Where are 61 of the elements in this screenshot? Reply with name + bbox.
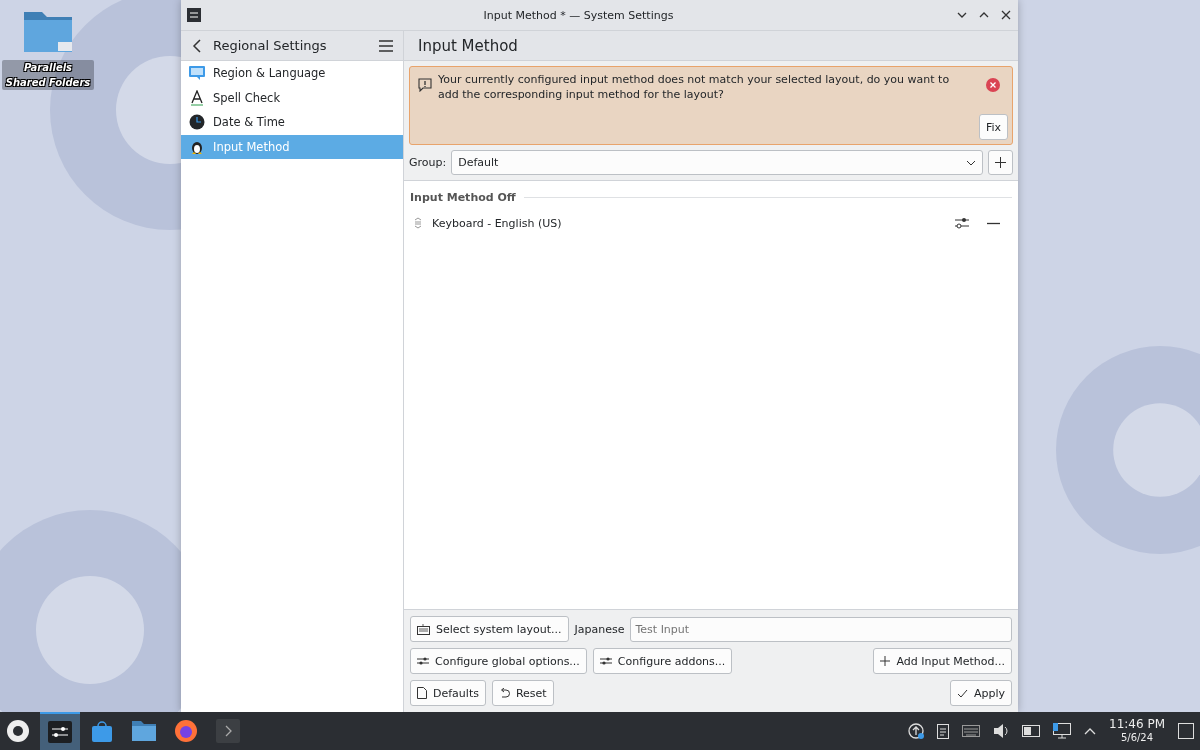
chevron-down-icon (966, 159, 976, 166)
keyboard-icon[interactable] (962, 725, 980, 737)
defaults-button[interactable]: Defaults (410, 680, 486, 706)
speaker-icon[interactable] (993, 723, 1009, 739)
clock-icon (189, 114, 205, 131)
clock-date: 5/6/24 (1120, 731, 1154, 744)
sliders-icon (48, 721, 72, 743)
group-dropdown[interactable]: Default (451, 150, 983, 175)
chevron-up-icon[interactable] (1084, 727, 1096, 735)
drag-handle-icon[interactable] (414, 217, 422, 229)
back-icon[interactable] (191, 38, 203, 53)
clock-time: 11:46 PM (1109, 718, 1165, 731)
sidebar-item[interactable]: Spell Check (181, 85, 403, 110)
add-input-method-button[interactable]: Add Input Method... (873, 648, 1012, 674)
clock[interactable]: 11:46 PM 5/6/24 (1109, 718, 1165, 744)
warning-icon (418, 78, 432, 92)
shopping-bag-icon (91, 719, 113, 743)
test-input-field[interactable]: Test Input (630, 616, 1012, 642)
select-layout-button[interactable]: Select system layout... (410, 616, 569, 642)
close-icon[interactable] (986, 78, 1000, 92)
window-title: Input Method * — System Settings (482, 8, 675, 22)
monitor-icon[interactable] (1053, 723, 1071, 739)
close-icon[interactable] (1000, 9, 1012, 21)
battery-icon[interactable] (1022, 725, 1040, 737)
undo-icon (498, 687, 510, 699)
document-icon (417, 687, 427, 699)
addons-button[interactable]: Configure addons... (592, 648, 733, 674)
sliders-icon (599, 656, 612, 666)
section-header: Input Method Off (410, 191, 516, 204)
app-icon (187, 8, 201, 22)
sidebar-item[interactable]: Date & Time (181, 110, 403, 135)
group-label: Group: (409, 156, 447, 169)
sidebar-item[interactable]: Region & Language (181, 61, 403, 86)
test-language-label: Japanese (574, 622, 625, 636)
global-options-button[interactable]: Configure global options... (410, 648, 587, 674)
reset-button[interactable]: Reset (491, 680, 554, 706)
menu-icon[interactable] (379, 39, 393, 52)
add-group-button[interactable] (988, 150, 1013, 175)
checkmark-icon (956, 688, 968, 698)
fix-button[interactable]: Fix (978, 114, 1008, 140)
apply-button[interactable]: Apply (949, 680, 1012, 706)
sliders-icon[interactable] (955, 216, 969, 230)
browser-icon (174, 719, 198, 743)
sliders-icon (417, 656, 429, 666)
folder-icon (131, 720, 157, 742)
letter-icon (189, 89, 205, 106)
speech-bubble-icon (189, 65, 205, 82)
page-title: Input Method (418, 36, 518, 55)
plus-icon (995, 157, 1006, 168)
taskbar-item[interactable] (40, 712, 80, 750)
alert-message: Your currently configured input method does not match your selected layout, do you want to add the corresponding input method for the layout? (438, 72, 951, 102)
keyboard-icon (417, 623, 430, 635)
show-desktop-icon[interactable] (1178, 723, 1194, 739)
input-method-item: Keyboard - English (US) (432, 216, 563, 230)
update-icon[interactable] (908, 723, 924, 739)
sidebar-title: Regional Settings (213, 38, 328, 53)
plus-icon (880, 656, 891, 666)
remove-icon[interactable] (987, 221, 1000, 225)
terminal-icon (216, 719, 240, 743)
launcher-icon[interactable] (6, 719, 30, 743)
clipboard-icon[interactable] (937, 723, 949, 739)
